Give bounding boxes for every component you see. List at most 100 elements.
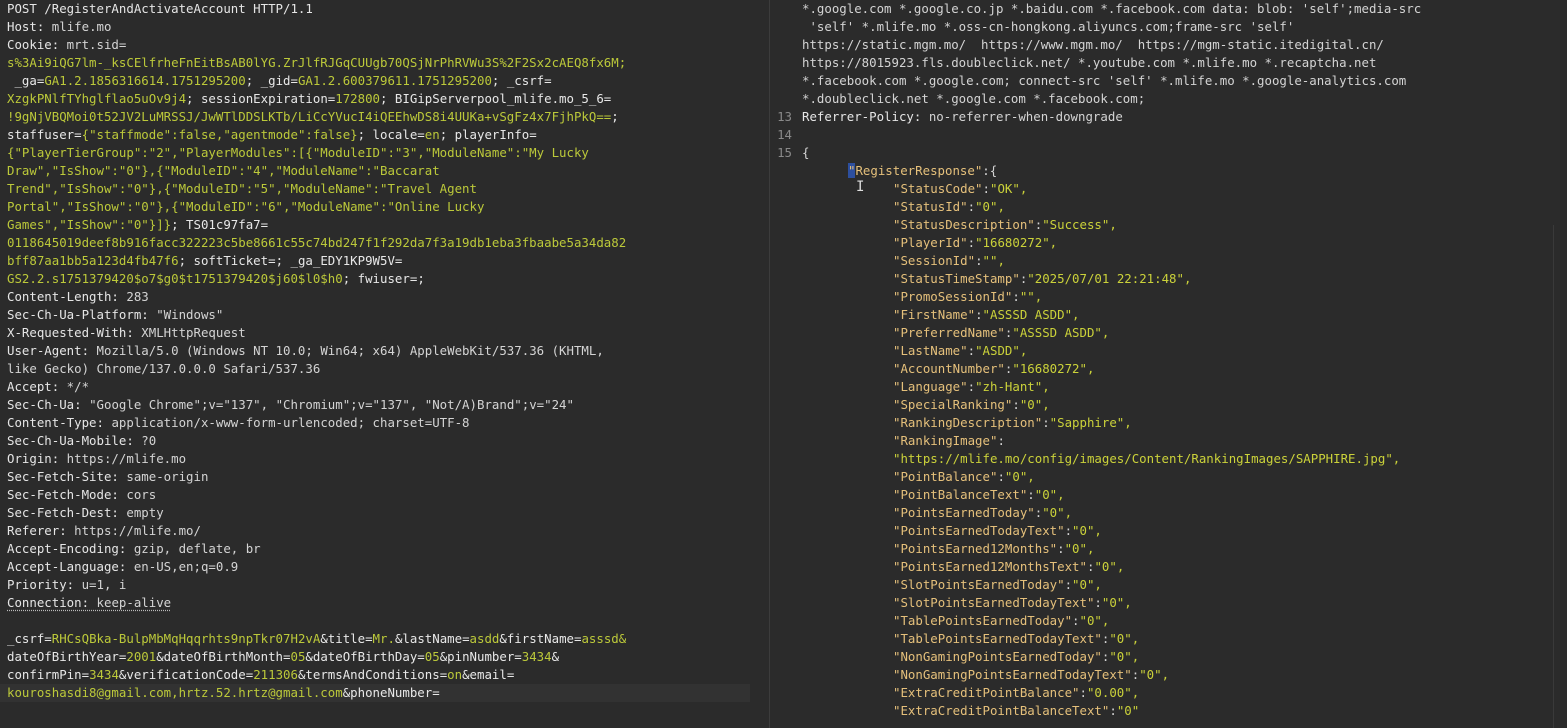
header-line[interactable]: !9gNjVBQMoi0t52JV2LuMRSSJ/JwWTlDDSLKTb/L… bbox=[0, 108, 762, 126]
header-line[interactable]: Accept-Encoding: gzip, deflate, br bbox=[0, 540, 762, 558]
json-colon: : bbox=[967, 379, 976, 394]
cookie-value: Draw","IsShow":"0"},{"ModuleID":"4","Mod… bbox=[7, 163, 440, 178]
header-text: Referer: https://mlife.mo/ bbox=[7, 522, 201, 540]
header-line[interactable]: Content-Type: application/x-www-form-url… bbox=[0, 414, 762, 432]
header-line[interactable]: like Gecko) Chrome/137.0.0.0 Safari/537.… bbox=[0, 360, 762, 378]
param-key: &pinNumber= bbox=[439, 649, 522, 664]
header-value: en-US,en;q=0.9 bbox=[126, 559, 239, 574]
header-text: User-Agent: Mozilla/5.0 (Windows NT 10.0… bbox=[7, 342, 604, 360]
json-value: "0.00", bbox=[1086, 685, 1140, 700]
header-text: Accept: */* bbox=[7, 378, 89, 396]
json-key: "PointBalanceText" bbox=[893, 487, 1028, 502]
header-line[interactable]: Connection: keep-alive bbox=[0, 594, 762, 612]
cookie-value: en bbox=[424, 127, 440, 142]
line-number: 14 bbox=[777, 127, 792, 142]
header-line[interactable]: 0118645019deef8b916facc322223c5be8661c55… bbox=[0, 234, 762, 252]
header-line[interactable]: Trend","IsShow":"0"},{"ModuleID":"5","Mo… bbox=[0, 180, 762, 198]
header-line[interactable]: staffuser={"staffmode":false,"agentmode"… bbox=[0, 126, 762, 144]
header-line[interactable]: Referer: https://mlife.mo/ bbox=[0, 522, 762, 540]
request-line: POST /RegisterAndActivateAccount HTTP/1.… bbox=[7, 1, 313, 16]
header-line[interactable]: Sec-Ch-Ua: "Google Chrome";v="137", "Chr… bbox=[0, 396, 762, 414]
header-line[interactable]: {"PlayerTierGroup":"2","PlayerModules":[… bbox=[0, 144, 762, 162]
header-line[interactable]: X-Requested-With: XMLHttpRequest bbox=[0, 324, 762, 342]
body-line[interactable]: _csrf=RHCsQBka-BulpMbMqHqqrhts9npTkr07H2… bbox=[0, 630, 762, 648]
header-text: Sec-Ch-Ua-Mobile: ?0 bbox=[7, 432, 156, 450]
json-key: "SlotPointsEarnedTodayText" bbox=[893, 595, 1095, 610]
header-line[interactable]: _ga=GA1.2.1856316614.1751295200; _gid=GA… bbox=[0, 72, 762, 90]
header-line[interactable]: XzgkPNlfTYhglflao5uOv9j4; sessionExpirat… bbox=[0, 90, 762, 108]
header-line[interactable]: bff87aa1bb5a123d4fb47f6; softTicket=; _g… bbox=[0, 252, 762, 270]
json-field: "PointsEarnedToday":"0", bbox=[893, 504, 1072, 522]
json-field-line: "NonGamingPointsEarnedToday":"0", bbox=[770, 648, 1567, 666]
json-field-line: "https://mlife.mo/config/images/Content/… bbox=[770, 450, 1567, 468]
header-line[interactable]: Draw","IsShow":"0"},{"ModuleID":"4","Mod… bbox=[0, 162, 762, 180]
ibeam-cursor-icon: I bbox=[856, 179, 865, 195]
cookie-key: ; sessionExpiration= bbox=[186, 91, 336, 106]
header-line[interactable]: s%3Ai9iQG7lm-_ksCElfrheFnEitBsAB0lYG.ZrJ… bbox=[0, 54, 762, 72]
json-root-key-line[interactable]: "RegisterResponse":{ bbox=[770, 162, 1567, 180]
header-line[interactable]: Sec-Fetch-Dest: empty bbox=[0, 504, 762, 522]
csp-line: *.google.com *.google.co.jp *.baidu.com … bbox=[770, 0, 1567, 18]
header-value: "Google Chrome";v="137", "Chromium";v="1… bbox=[81, 397, 574, 412]
header-text: X-Requested-With: XMLHttpRequest bbox=[7, 324, 246, 342]
json-value: "2025/07/01 22:21:48", bbox=[1027, 271, 1192, 286]
json-value: "0", bbox=[1101, 595, 1132, 610]
header-text: Priority: u=1, i bbox=[7, 576, 126, 594]
header-line[interactable]: Cookie: mrt.sid= bbox=[0, 36, 762, 54]
csp-text: *.doubleclick.net *.google.com *.faceboo… bbox=[802, 91, 1146, 106]
cookie-value: Portal","IsShow":"0"},{"ModuleID":"6","M… bbox=[7, 199, 485, 214]
json-field: "PlayerId":"16680272", bbox=[893, 234, 1057, 252]
json-field-line: "StatusCode":"OK", bbox=[770, 180, 1567, 198]
header-text: Sec-Ch-Ua: "Google Chrome";v="137", "Chr… bbox=[7, 396, 574, 414]
json-field: "SlotPointsEarnedTodayText":"0", bbox=[893, 594, 1132, 612]
csp-text: *.google.com *.google.co.jp *.baidu.com … bbox=[802, 1, 1422, 16]
json-colon: : bbox=[967, 199, 976, 214]
header-line[interactable]: Content-Length: 283 bbox=[0, 288, 762, 306]
header-line[interactable]: Accept-Language: en-US,en;q=0.9 bbox=[0, 558, 762, 576]
pane-divider[interactable] bbox=[762, 0, 770, 728]
header-line[interactable]: User-Agent: Mozilla/5.0 (Windows NT 10.0… bbox=[0, 342, 762, 360]
request-line-row[interactable]: POST /RegisterAndActivateAccount HTTP/1.… bbox=[0, 0, 762, 18]
json-field-line: "AccountNumber":"16680272", bbox=[770, 360, 1567, 378]
request-body[interactable]: _csrf=RHCsQBka-BulpMbMqHqqrhts9npTkr07H2… bbox=[0, 630, 762, 702]
header-line[interactable]: Priority: u=1, i bbox=[0, 576, 762, 594]
header-line[interactable]: Sec-Fetch-Mode: cors bbox=[0, 486, 762, 504]
body-line[interactable]: dateOfBirthYear=2001&dateOfBirthMonth=05… bbox=[0, 648, 762, 666]
header-value: application/x-www-form-urlencoded; chars… bbox=[103, 415, 470, 430]
json-field-line: "RankingImage": bbox=[770, 432, 1567, 450]
header-line[interactable]: Host: mlife.mo bbox=[0, 18, 762, 36]
param-value: 3434 bbox=[521, 649, 552, 664]
header-line[interactable]: Sec-Fetch-Site: same-origin bbox=[0, 468, 762, 486]
header-line[interactable]: Accept: */* bbox=[0, 378, 762, 396]
json-value: "https://mlife.mo/config/images/Content/… bbox=[893, 451, 1401, 466]
response-line-13: 13 Referrer-Policy: no-referrer-when-dow… bbox=[770, 108, 1567, 126]
json-colon: : bbox=[1042, 415, 1050, 430]
json-value: "0", bbox=[1109, 649, 1140, 664]
json-field-line: "StatusDescription":"Success", bbox=[770, 216, 1567, 234]
header-text: Draw","IsShow":"0"},{"ModuleID":"4","Mod… bbox=[7, 162, 440, 180]
request-editor[interactable]: POST /RegisterAndActivateAccount HTTP/1.… bbox=[0, 0, 762, 728]
header-name: Referrer-Policy: bbox=[802, 109, 922, 124]
header-text: Sec-Fetch-Dest: empty bbox=[7, 504, 164, 522]
json-colon: : bbox=[982, 181, 990, 196]
header-line[interactable]: Portal","IsShow":"0"},{"ModuleID":"6","M… bbox=[0, 198, 762, 216]
json-value: "16680272", bbox=[1012, 361, 1095, 376]
json-value: "0", bbox=[1079, 613, 1110, 628]
body-line[interactable]: kouroshasdi8@gmail.com,hrtz.52.hrtz@gmai… bbox=[0, 684, 750, 702]
scrollbar-track[interactable] bbox=[1553, 225, 1554, 728]
header-line[interactable]: Games","IsShow":"0"}]}; TS01c97fa7= bbox=[0, 216, 762, 234]
json-value: "16680272", bbox=[975, 235, 1058, 250]
json-field: "AccountNumber":"16680272", bbox=[893, 360, 1094, 378]
header-line[interactable]: Origin: https://mlife.mo bbox=[0, 450, 762, 468]
body-line[interactable]: confirmPin=3434&verificationCode=211306&… bbox=[0, 666, 762, 684]
response-viewer[interactable]: *.google.com *.google.co.jp *.baidu.com … bbox=[770, 0, 1567, 728]
param-key: &dateOfBirthMonth= bbox=[156, 649, 291, 664]
header-line[interactable]: Sec-Ch-Ua-Mobile: ?0 bbox=[0, 432, 762, 450]
param-key: confirmPin= bbox=[7, 667, 90, 682]
cookie-key: ; _ga_EDY1KP9W5V= bbox=[275, 253, 403, 268]
cookie-value: 172800 bbox=[335, 91, 381, 106]
header-line[interactable]: GS2.2.s1751379420$o7$g0$t1751379420$j60$… bbox=[0, 270, 762, 288]
header-line[interactable]: Sec-Ch-Ua-Platform: "Windows" bbox=[0, 306, 762, 324]
param-key: &firstName= bbox=[499, 631, 582, 646]
